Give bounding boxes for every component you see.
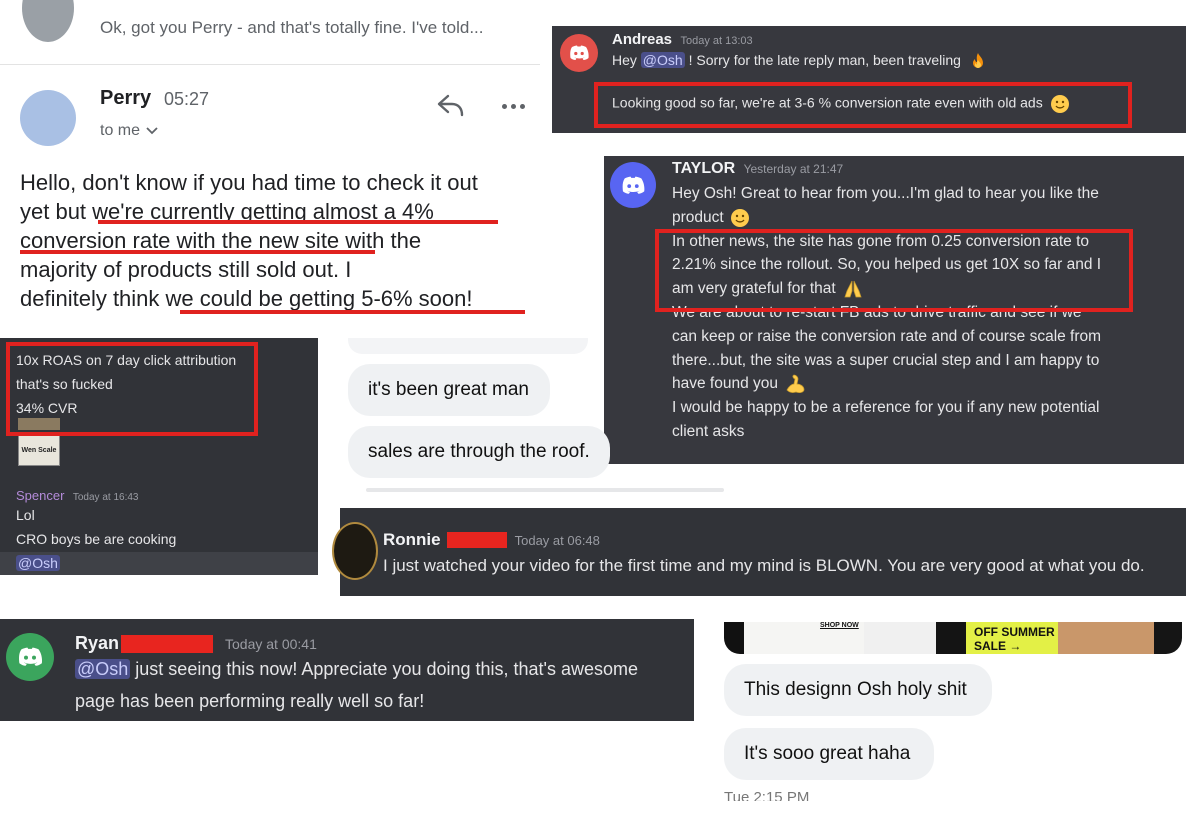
message-text: have found you — [672, 375, 779, 393]
reply-icon[interactable] — [437, 93, 465, 117]
message-header: TAYLOR Yesterday at 21:47 — [672, 160, 843, 178]
muscle-emoji — [784, 374, 806, 394]
bubble-text: It's sooo great haha — [744, 743, 911, 764]
discord-logo-icon — [610, 162, 656, 208]
timestamp-text: Tue 2:15 PM — [724, 789, 810, 801]
message-text: Hey Osh! Great to hear from you...I'm gl… — [672, 185, 1099, 202]
email-panel: Ok, got you Perry - and that's totally f… — [0, 0, 540, 330]
message-header: Ryan Today at 00:41 — [75, 633, 317, 654]
message-text: Lol — [16, 507, 35, 523]
chat-bubble[interactable]: it's been great man — [348, 364, 550, 416]
redaction-bar — [446, 532, 507, 548]
chat-bubble[interactable]: sales are through the roof. — [348, 426, 610, 478]
ronnie-message: Ronnie Today at 06:48 I just watched you… — [332, 508, 1186, 596]
user-mention[interactable]: @Osh — [640, 52, 685, 68]
shop-now-link[interactable]: SHOP NOW — [820, 622, 859, 629]
message-text: page has been performing really well so … — [75, 691, 425, 711]
message-text: I just watched your video for the first … — [383, 556, 1145, 575]
banner-text: SALE → — [974, 639, 1022, 653]
message-line: @Osh just seeing this now! Appreciate yo… — [75, 659, 638, 680]
email-time: 05:27 — [164, 89, 210, 109]
highlight-box — [655, 229, 1133, 312]
product-preview-card[interactable]: SHOP NOW OFF SUMMER SALE → — [724, 622, 1182, 654]
chat-fragment-top — [348, 338, 588, 354]
recipient-toggle[interactable]: to me — [100, 122, 158, 140]
message-header: Andreas Today at 13:03 — [612, 31, 753, 49]
prev-avatar — [22, 0, 74, 42]
message-text: I would be happy to be a reference for y… — [672, 399, 1100, 417]
prev-preview[interactable]: Ok, got you Perry - and that's totally f… — [100, 18, 484, 38]
meme-thumbnail[interactable]: Wen Scale — [18, 434, 60, 466]
message-body: Hey Osh! Great to hear from you...I'm gl… — [672, 182, 1101, 444]
message-time: Today at 00:41 — [225, 635, 317, 652]
email-body-line: majority of products still sold out. I — [20, 257, 352, 282]
more-icon[interactable] — [502, 104, 525, 109]
divider — [0, 64, 540, 65]
highlight-underline — [20, 250, 375, 254]
message-text: there...but, the site was a super crucia… — [672, 351, 1100, 369]
chat-timestamp: Tue 2:15 PM — [724, 789, 844, 801]
sale-banner: OFF SUMMER SALE → — [966, 622, 1058, 654]
author-name[interactable]: Ryan — [75, 633, 119, 654]
message-text: just seeing this now! Appreciate you doi… — [130, 659, 639, 679]
author-name[interactable]: TAYLOR — [672, 160, 735, 177]
bubble-text: it's been great man — [368, 379, 529, 400]
chat-bubble[interactable]: This designn Osh holy shit — [724, 664, 992, 716]
thumbnail-label: Wen Scale — [21, 446, 57, 454]
message-text: product — [672, 208, 724, 226]
highlight-box — [594, 82, 1132, 128]
message-time: Yesterday at 21:47 — [743, 162, 844, 176]
chat-bubble[interactable]: It's sooo great haha — [724, 728, 934, 780]
roas-panel: 10x ROAS on 7 day click attribution that… — [0, 338, 318, 575]
message-line: have found you — [672, 372, 1101, 396]
preview-image — [1154, 622, 1182, 654]
sender-name: Perry — [100, 87, 152, 109]
message-line: product — [672, 206, 1101, 230]
email-body-line: definitely think we could be getting 5-6… — [20, 286, 473, 311]
mention-row: @Osh — [0, 552, 318, 575]
email-body-line: Hello, don't know if you had time to che… — [20, 170, 478, 195]
message-header: Spencer Today at 16:43 — [16, 487, 138, 505]
message-time: Today at 16:43 — [72, 492, 139, 503]
email-body: Hello, don't know if you had time to che… — [20, 168, 478, 313]
message-text: client asks — [672, 422, 745, 440]
author-name[interactable]: Ronnie — [383, 530, 441, 550]
preview-image — [1058, 622, 1154, 654]
user-mention[interactable]: @Osh — [75, 659, 131, 679]
redaction-bar — [121, 634, 214, 653]
message-time: Today at 13:03 — [680, 35, 753, 47]
chevron-down-icon — [146, 127, 158, 135]
fire-emoji — [969, 52, 987, 70]
preview-image — [724, 622, 744, 654]
author-name[interactable]: Andreas — [612, 31, 672, 48]
message-text: can keep or raise the conversion rate an… — [672, 327, 1102, 345]
bubble-text: sales are through the roof. — [368, 441, 590, 462]
ryan-message: Ryan Today at 00:41 @Osh just seeing thi… — [0, 619, 694, 721]
message-line: Hey @Osh ! Sorry for the late reply man,… — [612, 52, 987, 70]
server-avatar — [332, 522, 378, 580]
taylor-message: TAYLOR Yesterday at 21:47 Hey Osh! Great… — [604, 156, 1184, 464]
user-mention[interactable]: @Osh — [16, 555, 60, 571]
message-header: Ronnie Today at 06:48 — [383, 530, 600, 550]
to-label: to me — [100, 122, 141, 139]
discord-logo-icon — [560, 34, 598, 72]
highlight-underline — [98, 220, 498, 224]
sender-avatar — [20, 90, 76, 146]
divider — [366, 488, 724, 492]
smile-emoji — [730, 208, 750, 228]
andreas-message: Andreas Today at 13:03 Hey @Osh ! Sorry … — [552, 26, 1186, 133]
message-text: ! Sorry for the late reply man, been tra… — [684, 52, 961, 68]
message-text: Hey — [612, 52, 641, 68]
preview-image — [936, 622, 966, 654]
highlight-underline — [180, 310, 525, 314]
discord-logo-icon — [6, 633, 54, 681]
author-name[interactable]: Spencer — [16, 488, 64, 503]
highlight-box — [6, 342, 258, 436]
bubble-text: This designn Osh holy shit — [744, 679, 967, 700]
message-time: Today at 06:48 — [514, 532, 600, 548]
banner-text: OFF SUMMER — [974, 625, 1055, 639]
message-text: CRO boys be are cooking — [16, 531, 177, 547]
